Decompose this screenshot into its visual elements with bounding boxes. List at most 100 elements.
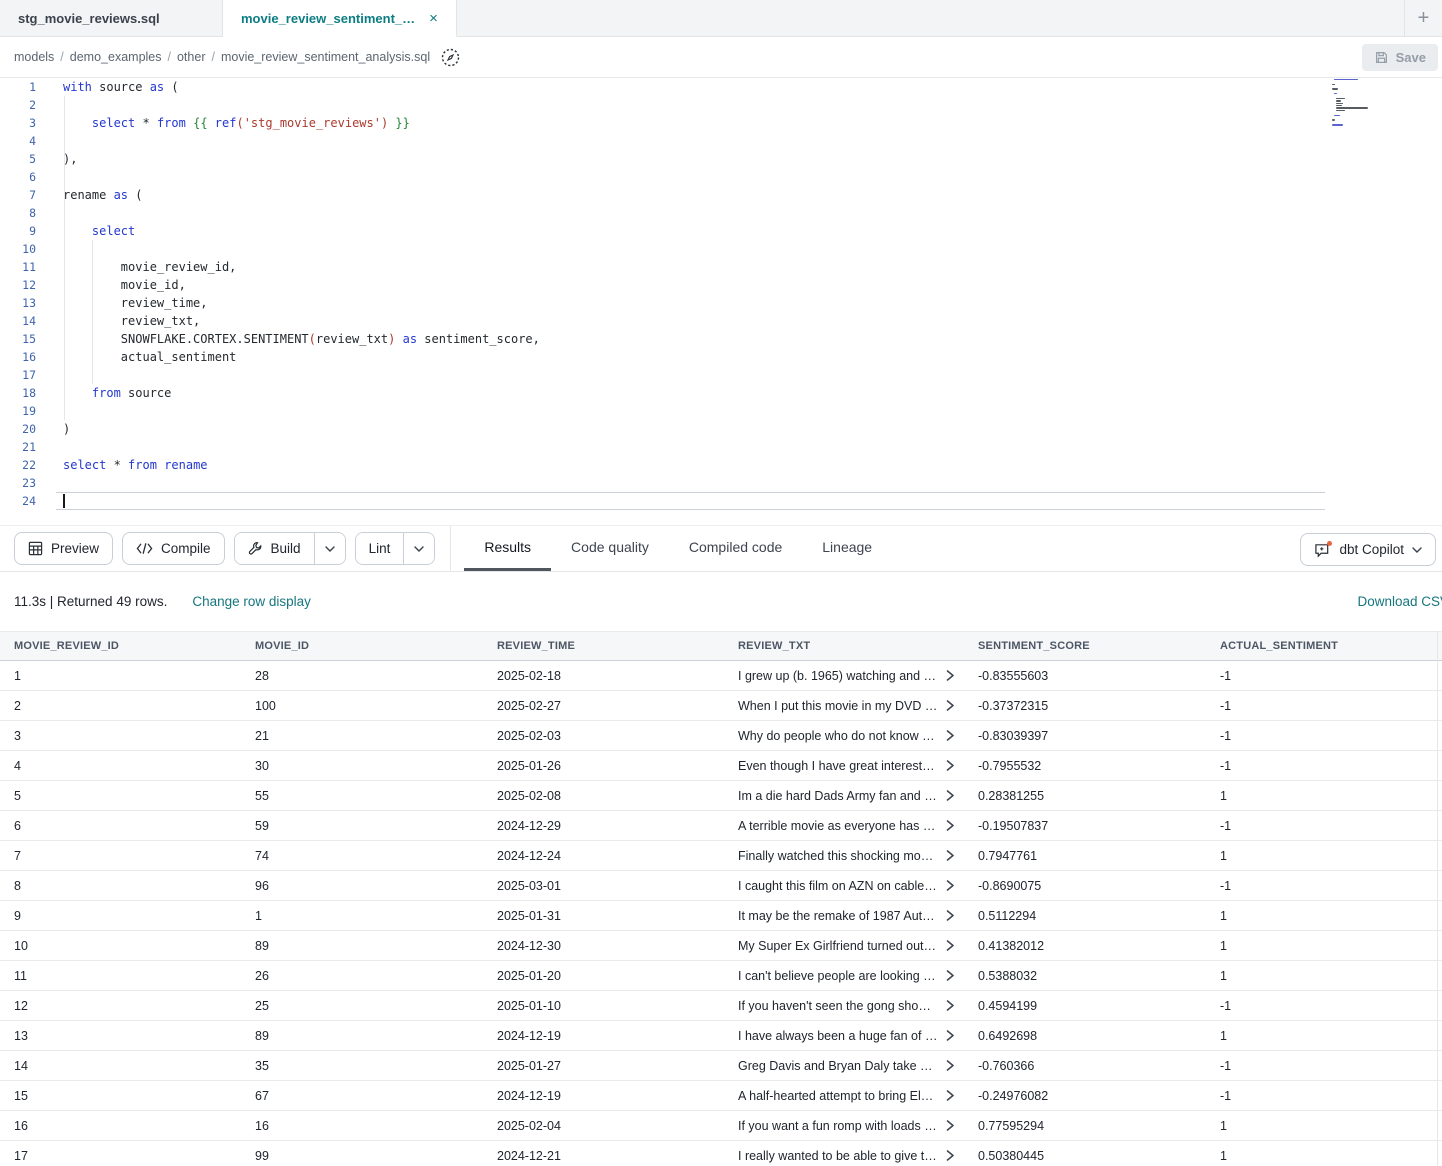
code-line-8: 8: [0, 204, 1442, 222]
expand-row-icon[interactable]: [946, 940, 955, 951]
table-cell: 2024-12-29: [483, 819, 724, 833]
column-header[interactable]: MOVIE_REVIEW_ID: [0, 640, 241, 652]
breadcrumb-item[interactable]: demo_examples: [70, 50, 162, 64]
column-header[interactable]: REVIEW_TXT: [724, 640, 964, 652]
table-cell: A terrible movie as everyone has said. …: [724, 819, 964, 833]
expand-row-icon[interactable]: [946, 1060, 955, 1071]
code-text: [45, 474, 63, 492]
minimap-line: [1332, 100, 1398, 101]
code-line-24: 24: [0, 492, 1442, 510]
breadcrumb-item[interactable]: movie_review_sentiment_analysis.sql: [221, 50, 430, 64]
table-cell: 9: [0, 909, 241, 923]
minimap-line: [1332, 112, 1398, 113]
editor-minimap[interactable]: [1332, 78, 1398, 131]
tab-compiled-code[interactable]: Compiled code: [669, 526, 802, 571]
code-line-13: 13 review_time,: [0, 294, 1442, 312]
breadcrumb-item[interactable]: models: [14, 50, 54, 64]
results-tab-strip: ResultsCode qualityCompiled codeLineage: [451, 526, 892, 571]
table-row: 15672024-12-19A half-hearted attempt to …: [0, 1081, 1442, 1111]
table-cell: 28: [241, 669, 483, 683]
change-row-display-link[interactable]: Change row display: [192, 594, 311, 609]
compile-button[interactable]: Compile: [122, 532, 225, 565]
save-icon: [1374, 50, 1389, 65]
table-cell: -1: [1206, 999, 1442, 1013]
table-cell: 59: [241, 819, 483, 833]
expand-row-icon[interactable]: [946, 790, 955, 801]
expand-row-icon[interactable]: [946, 880, 955, 891]
expand-row-icon[interactable]: [946, 910, 955, 921]
table-cell: 2024-12-21: [483, 1149, 724, 1163]
close-icon[interactable]: ×: [429, 11, 438, 26]
review-text: A terrible movie as everyone has said. …: [738, 819, 938, 833]
review-text: My Super Ex Girlfriend turned out to b…: [738, 939, 938, 953]
table-cell: -1: [1206, 1089, 1442, 1103]
table-cell: 89: [241, 1029, 483, 1043]
lint-button[interactable]: Lint: [356, 533, 404, 564]
code-line-21: 21: [0, 438, 1442, 456]
column-header[interactable]: ACTUAL_SENTIMENT: [1206, 640, 1442, 652]
table-cell: 6: [0, 819, 241, 833]
tab-lineage[interactable]: Lineage: [802, 526, 892, 571]
table-cell: 7: [0, 849, 241, 863]
table-row: 912025-01-31It may be the remake of 1987…: [0, 901, 1442, 931]
column-header[interactable]: REVIEW_TIME: [483, 640, 724, 652]
code-text: select: [45, 222, 135, 240]
minimap-line: [1332, 105, 1398, 106]
expand-row-icon[interactable]: [946, 970, 955, 981]
expand-row-icon[interactable]: [946, 670, 955, 681]
chevron-down-icon: [1412, 547, 1422, 553]
expand-row-icon[interactable]: [946, 1030, 955, 1041]
preview-button[interactable]: Preview: [14, 532, 113, 565]
minimap-line: [1332, 115, 1398, 116]
code-editor[interactable]: 1with source as (23 select * from {{ ref…: [0, 78, 1442, 525]
build-dropdown-button[interactable]: [314, 533, 345, 564]
expand-row-icon[interactable]: [946, 1090, 955, 1101]
expand-row-icon[interactable]: [946, 1000, 955, 1011]
new-tab-button[interactable]: +: [1405, 0, 1442, 36]
expand-row-icon[interactable]: [946, 1150, 955, 1161]
expand-row-icon[interactable]: [946, 730, 955, 741]
table-cell: 2025-01-31: [483, 909, 724, 923]
expand-row-icon[interactable]: [946, 850, 955, 861]
expand-row-icon[interactable]: [946, 1120, 955, 1131]
build-button[interactable]: Build: [235, 533, 314, 564]
expand-row-icon[interactable]: [946, 820, 955, 831]
copilot-icon[interactable]: [440, 47, 461, 68]
line-number: 15: [0, 330, 45, 348]
line-number: 5: [0, 150, 45, 168]
tab-code-quality[interactable]: Code quality: [551, 526, 669, 571]
table-cell: 2024-12-19: [483, 1029, 724, 1043]
table-icon: [28, 541, 43, 556]
table-cell: 100: [241, 699, 483, 713]
table-row: 4302025-01-26Even though I have great in…: [0, 751, 1442, 781]
code-line-23: 23: [0, 474, 1442, 492]
minimap-bar: [1334, 79, 1358, 80]
table-header-row: MOVIE_REVIEW_IDMOVIE_IDREVIEW_TIMEREVIEW…: [0, 631, 1442, 661]
code-line-10: 10: [0, 240, 1442, 258]
line-number: 8: [0, 204, 45, 222]
minimap-bar: [1336, 105, 1342, 106]
table-cell: I have always been a huge fan of "Hom…: [724, 1029, 964, 1043]
tab-movie-review-sentiment[interactable]: movie_review_sentiment_… ×: [223, 0, 457, 37]
table-cell: 8: [0, 879, 241, 893]
code-line-19: 19: [0, 402, 1442, 420]
expand-row-icon[interactable]: [946, 700, 955, 711]
line-number: 11: [0, 258, 45, 276]
text-cursor: [63, 494, 65, 508]
expand-row-icon[interactable]: [946, 760, 955, 771]
tab-results[interactable]: Results: [464, 526, 551, 571]
line-number: 24: [0, 492, 45, 510]
download-csv-link[interactable]: Download CSV: [1357, 594, 1442, 609]
save-button[interactable]: Save: [1362, 44, 1438, 71]
column-header[interactable]: MOVIE_ID: [241, 640, 483, 652]
code-text: [45, 96, 63, 114]
breadcrumb-item[interactable]: other: [177, 50, 206, 64]
code-text: SNOWFLAKE.CORTEX.SENTIMENT(review_txt) a…: [45, 330, 540, 348]
copilot-button[interactable]: dbt Copilot: [1300, 533, 1436, 566]
column-header[interactable]: SENTIMENT_SCORE: [964, 640, 1206, 652]
table-cell: I can't believe people are looking for a…: [724, 969, 964, 983]
minimap-bar: [1336, 110, 1345, 111]
tab-stg-movie-reviews[interactable]: stg_movie_reviews.sql: [0, 0, 223, 37]
lint-dropdown-button[interactable]: [403, 533, 434, 564]
code-line-9: 9 select: [0, 222, 1442, 240]
